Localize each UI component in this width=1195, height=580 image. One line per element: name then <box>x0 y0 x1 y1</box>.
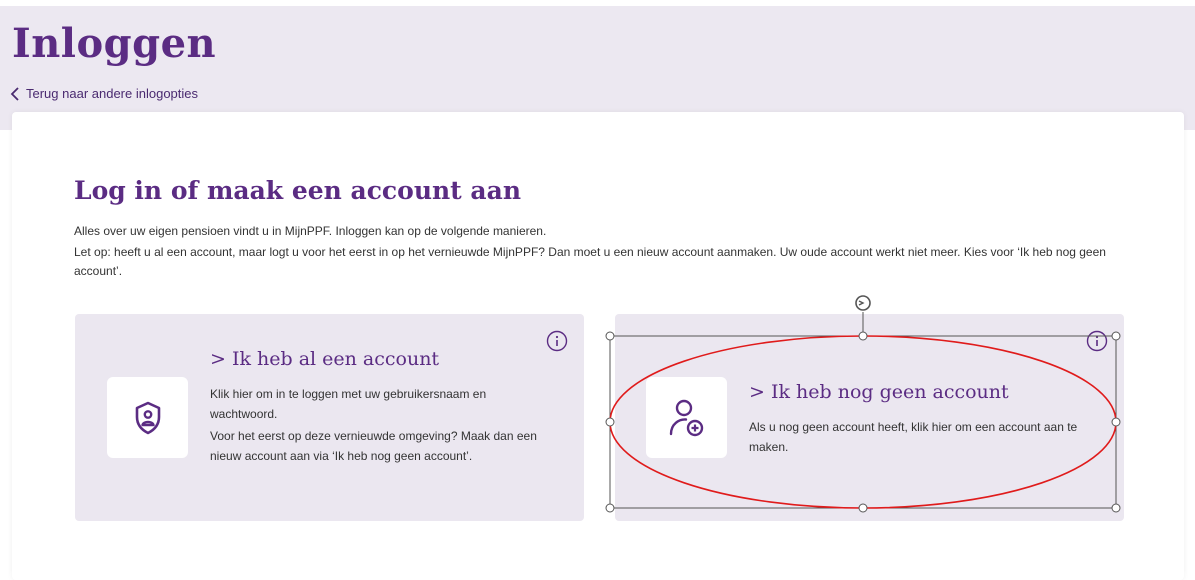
shield-user-icon <box>135 401 160 434</box>
intro-text: Alles over uw eigen pensioen vindt u in … <box>74 222 1134 281</box>
existing-account-card[interactable]: > Ik heb al een account Klik hier om in … <box>75 314 584 521</box>
new-account-card[interactable]: > Ik heb nog geen account Als u nog geen… <box>615 314 1124 521</box>
existing-account-title: > Ik heb al een account <box>210 348 440 370</box>
existing-account-text-line: Klik hier om in te loggen met uw gebruik… <box>210 387 487 421</box>
info-icon <box>546 330 568 352</box>
new-account-info-button[interactable] <box>1086 330 1108 352</box>
new-account-icon-tile <box>646 377 727 458</box>
intro-notice: Let op: heeft u al een account, maar log… <box>74 245 1106 278</box>
existing-account-info-button[interactable] <box>546 330 568 352</box>
new-account-text: Als u nog geen account heeft, klik hier … <box>749 417 1094 457</box>
back-link-label: Terug naar andere inlogopties <box>26 86 199 101</box>
existing-account-text: Klik hier om in te loggen met uw gebruik… <box>210 384 540 466</box>
new-account-text-line: Als u nog geen account heeft, klik hier … <box>749 420 1078 454</box>
add-user-icon <box>669 399 703 436</box>
info-icon <box>1086 330 1108 352</box>
login-panel: Log in of maak een account aan Alles ove… <box>12 112 1184 580</box>
existing-account-text-line: Voor het eerst op deze vernieuwde omgevi… <box>210 429 537 463</box>
section-title: Log in of maak een account aan <box>74 176 522 205</box>
page-title: Inloggen <box>12 20 217 67</box>
new-account-title: > Ik heb nog geen account <box>749 381 1009 403</box>
chevron-left-icon <box>10 86 19 101</box>
existing-account-icon-tile <box>107 377 188 458</box>
back-link[interactable]: Terug naar andere inlogopties <box>10 86 198 101</box>
intro-paragraph: Alles over uw eigen pensioen vindt u in … <box>74 224 547 238</box>
